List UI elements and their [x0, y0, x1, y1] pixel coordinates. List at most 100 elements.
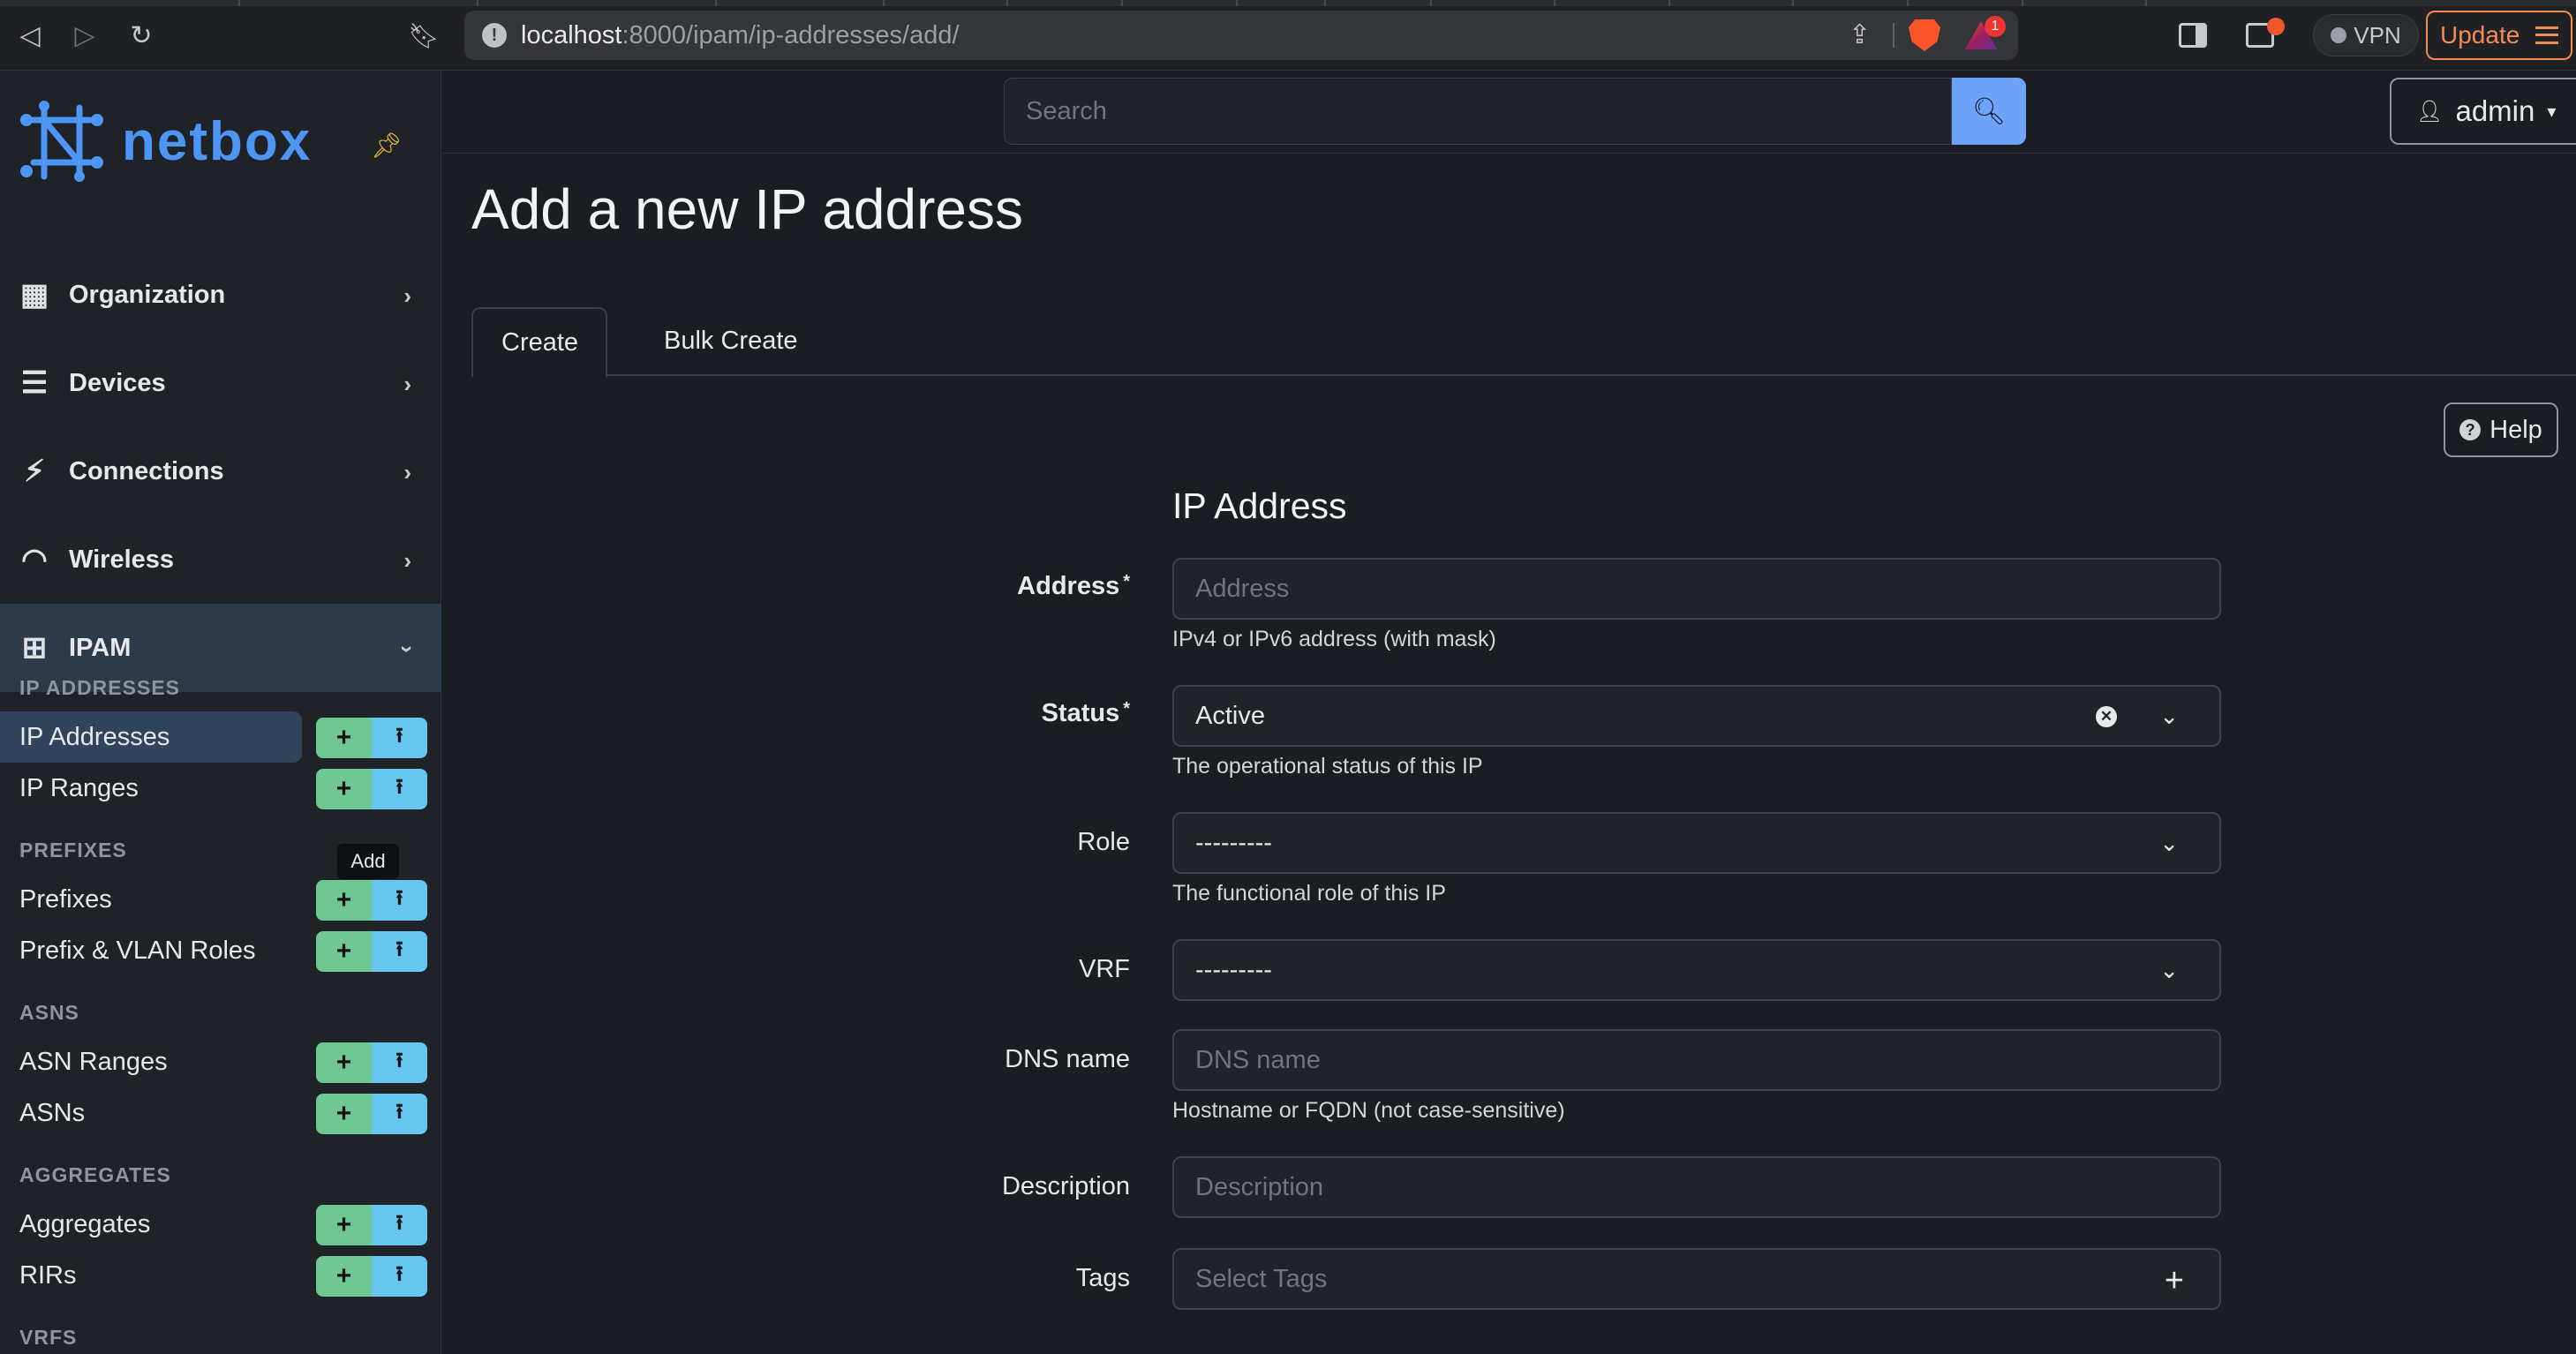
menu-label: IPAM — [69, 633, 132, 662]
sidebar-item-label[interactable]: ASN Ranges — [0, 1036, 168, 1087]
sidebar-item-ip-addresses[interactable]: IP Addresses + ⭱ — [0, 711, 441, 763]
menu-wireless[interactable]: ◠ Wireless › — [0, 515, 441, 604]
sidebar-toggle-icon[interactable] — [2179, 23, 2207, 48]
sidebar-item-asns[interactable]: ASNs + ⭱ — [0, 1087, 441, 1139]
forward-icon[interactable]: ▷ — [67, 18, 102, 53]
sidebar-item-label[interactable]: ASNs — [0, 1087, 85, 1139]
top-bar: 🔍︎ 👤︎ admin ▾ — [442, 71, 2576, 154]
dns-name-input[interactable] — [1195, 1045, 2219, 1075]
role-value: --------- — [1195, 828, 1272, 857]
sidebar-item-label[interactable]: Aggregates — [0, 1199, 150, 1250]
menu-devices[interactable]: ☰ Devices › — [0, 339, 441, 427]
reload-icon[interactable]: ↻ — [124, 18, 159, 53]
chevron-down-icon[interactable]: ⌄ — [2159, 957, 2179, 984]
address-input[interactable] — [1195, 574, 2219, 604]
status-hint: The operational status of this IP — [1172, 754, 1483, 779]
dns-name-hint: Hostname or FQDN (not case-sensitive) — [1172, 1098, 1565, 1123]
add-button[interactable]: + — [316, 1205, 372, 1245]
address-bar[interactable]: ! localhost:8000/ipam/ip-addresses/add/ … — [464, 11, 2018, 60]
update-button[interactable]: Update — [2426, 11, 2572, 60]
chevron-down-icon[interactable]: ⌄ — [2159, 830, 2179, 857]
role-select[interactable]: --------- ⌄ — [1172, 812, 2221, 874]
menu-icon — [2535, 26, 2559, 44]
url-text[interactable]: localhost:8000/ipam/ip-addresses/add/ — [521, 21, 960, 50]
form-section-title: IP Address — [1172, 485, 1347, 526]
share-icon[interactable]: ⇪ — [1849, 19, 1871, 50]
sidebar-item-asn-ranges[interactable]: ASN Ranges + ⭱ — [0, 1036, 441, 1087]
chevron-right-icon: › — [403, 282, 411, 309]
bookmark-icon[interactable]: 🔖︎ — [406, 18, 441, 53]
status-select[interactable]: Active ✕ ⌄ — [1172, 685, 2221, 747]
logo-text: netbox — [122, 110, 313, 172]
site-info-icon[interactable]: ! — [482, 23, 507, 48]
sidebar-item-label[interactable]: IP Addresses — [0, 711, 302, 763]
section-heading: AGGREGATES — [19, 1163, 171, 1186]
sidebar-item-ip-ranges[interactable]: IP Ranges + ⭱ — [0, 763, 441, 814]
import-button[interactable]: ⭱ — [372, 1256, 427, 1297]
search-input[interactable] — [1004, 78, 1952, 145]
import-button[interactable]: ⭱ — [372, 769, 427, 809]
description-input[interactable] — [1195, 1172, 2219, 1202]
sidebar-item-label[interactable]: IP Ranges — [0, 763, 139, 814]
vpn-status-icon — [2331, 27, 2347, 43]
import-button[interactable]: ⭱ — [372, 718, 427, 758]
add-button[interactable]: + — [316, 769, 372, 809]
clear-icon[interactable]: ✕ — [2096, 706, 2117, 727]
menu-connections[interactable]: ⚡︎ Connections › — [0, 427, 441, 515]
vpn-button[interactable]: VPN — [2313, 14, 2419, 56]
question-icon: ? — [2459, 419, 2482, 440]
tags-placeholder: Select Tags — [1195, 1264, 1328, 1293]
role-hint: The functional role of this IP — [1172, 881, 1446, 906]
action-buttons: + ⭱ — [316, 1042, 427, 1083]
tab-create[interactable]: Create — [471, 307, 607, 378]
brave-shields-icon[interactable] — [1909, 19, 1940, 51]
action-buttons: + ⭱ — [316, 1256, 427, 1297]
action-buttons: + ⭱ — [316, 931, 427, 972]
page-title: Add a new IP address — [471, 177, 1023, 241]
chevron-right-icon: › — [403, 459, 411, 485]
dns-name-field — [1172, 1029, 2221, 1091]
section-heading: PREFIXES — [19, 839, 127, 861]
import-button[interactable]: ⭱ — [372, 1042, 427, 1083]
user-menu-button[interactable]: 👤︎ admin ▾ — [2390, 78, 2576, 145]
sidebar-item-aggregates[interactable]: Aggregates + ⭱ — [0, 1199, 441, 1250]
add-button[interactable]: + — [316, 880, 372, 921]
import-button[interactable]: ⭱ — [372, 880, 427, 921]
add-button[interactable]: + — [316, 1042, 372, 1083]
status-label: Status * — [1041, 699, 1130, 727]
search-button[interactable]: 🔍︎ — [1952, 78, 2026, 145]
add-button[interactable]: + — [316, 1256, 372, 1297]
netbox-logo[interactable]: netbox — [18, 97, 312, 185]
tab-strip — [0, 0, 2576, 6]
back-icon[interactable]: ◁ — [12, 18, 48, 53]
sidebar-item-prefix-vlan-roles[interactable]: Prefix & VLAN Roles + ⭱ — [0, 925, 441, 976]
vrf-select[interactable]: --------- ⌄ — [1172, 939, 2221, 1001]
action-buttons: + ⭱ — [316, 880, 427, 921]
description-label: Description — [1001, 1172, 1130, 1200]
add-button[interactable]: + — [316, 1094, 372, 1134]
import-button[interactable]: ⭱ — [372, 931, 427, 972]
sidebar-item-label[interactable]: Prefixes — [0, 874, 112, 925]
plus-icon[interactable]: + — [2165, 1262, 2184, 1300]
chevron-right-icon: › — [403, 371, 411, 397]
action-buttons: + ⭱ — [316, 1205, 427, 1245]
add-button[interactable]: + — [316, 718, 372, 758]
chevron-down-icon[interactable]: ⌄ — [2159, 703, 2179, 730]
add-button[interactable]: + — [316, 931, 372, 972]
import-button[interactable]: ⭱ — [372, 1094, 427, 1134]
tags-select[interactable]: Select Tags + — [1172, 1248, 2221, 1310]
menu-label: Connections — [69, 456, 224, 485]
pin-icon[interactable]: 📌︎ — [371, 131, 403, 160]
sidebar-item-label[interactable]: RIRs — [0, 1250, 76, 1301]
user-name: admin — [2455, 94, 2535, 127]
sidebar-item-rirs[interactable]: RIRs + ⭱ — [0, 1250, 441, 1301]
help-button[interactable]: ? Help — [2444, 402, 2558, 457]
tab-bulk-create[interactable]: Bulk Create — [636, 307, 826, 376]
description-field — [1172, 1156, 2221, 1218]
menu-organization[interactable]: ▦ Organization › — [0, 251, 441, 339]
sidebar-item-label[interactable]: Prefix & VLAN Roles — [0, 925, 256, 976]
search-icon: 🔍︎ — [1971, 96, 2007, 126]
sidebar-item-prefixes[interactable]: Prefixes + ⭱ — [0, 874, 441, 925]
import-button[interactable]: ⭱ — [372, 1205, 427, 1245]
section-heading: VRFS — [19, 1326, 78, 1349]
